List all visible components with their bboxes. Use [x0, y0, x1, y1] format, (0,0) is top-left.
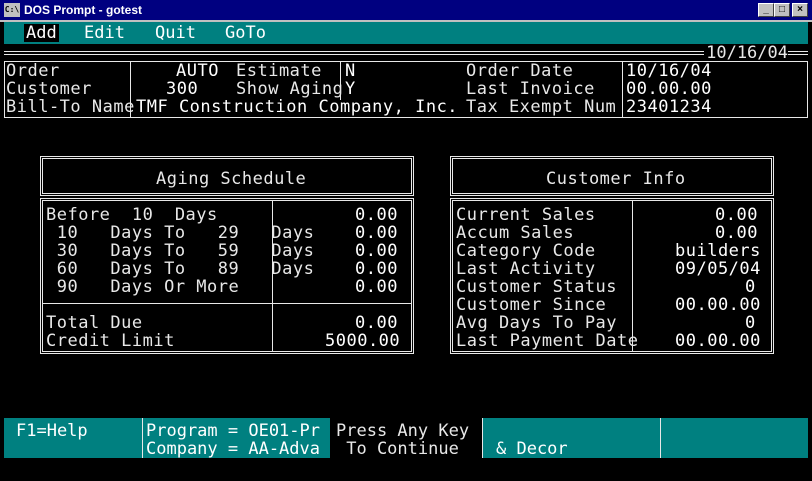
menu-goto[interactable]: GoTo: [225, 24, 266, 42]
customer-info-label: Accum Sales: [456, 223, 575, 243]
last-invoice-field[interactable]: 00.00.00: [626, 80, 712, 98]
window-title: DOS Prompt - gotest: [24, 3, 143, 17]
show-aging-field[interactable]: Y: [345, 80, 356, 98]
menu-add[interactable]: Add: [24, 24, 59, 42]
aging-row-value: 0.00: [355, 241, 398, 261]
order-date-label: Order Date: [466, 61, 574, 81]
customer-info-label: Last Payment Date: [456, 331, 639, 351]
status-divider: [660, 418, 661, 458]
close-icon[interactable]: ×: [792, 3, 808, 17]
customer-info-value: 0: [745, 277, 756, 297]
total-due-value: 0.00: [355, 313, 398, 333]
menu-bar: Add Edit Quit GoTo: [4, 22, 808, 44]
status-divider: [482, 418, 483, 458]
customer-info-label: Customer Since: [456, 295, 607, 315]
order-label: Order: [6, 61, 60, 81]
customer-info-label: Current Sales: [456, 205, 596, 225]
customer-info-value: builders: [675, 241, 761, 261]
credit-limit-value: 5000.00: [325, 331, 401, 351]
billto-label: Bill-To Name: [6, 97, 135, 117]
customer-info-label: Last Activity: [456, 259, 596, 279]
customer-info-value: 00.00.00: [675, 295, 761, 315]
credit-limit-label: Credit Limit: [46, 331, 175, 351]
aging-row-value: 0.00: [355, 277, 398, 297]
aging-row-label: 30 Days To 59 Days: [46, 241, 315, 261]
customer-info-divider: [632, 200, 633, 352]
menu-quit[interactable]: Quit: [155, 24, 196, 42]
customer-info-value: 0.00: [715, 223, 758, 243]
customer-info-label: Category Code: [456, 241, 596, 261]
customer-info-title: Customer Info: [546, 169, 686, 189]
program-info: Program = OE01-Pr: [146, 421, 320, 441]
minimize-icon[interactable]: _: [758, 3, 774, 17]
total-due-label: Total Due: [46, 313, 143, 333]
customer-field[interactable]: 300: [166, 80, 198, 98]
aging-row-label: 10 Days To 29 Days: [46, 223, 315, 243]
customer-info-value: 09/05/04: [675, 259, 761, 279]
status-divider: [142, 418, 143, 458]
show-aging-label: Show Aging: [236, 79, 344, 99]
dos-app-icon[interactable]: C:\: [4, 3, 20, 17]
title-bar[interactable]: C:\ DOS Prompt - gotest _ □ ×: [0, 0, 812, 22]
current-date: 10/16/04: [704, 43, 788, 63]
estimate-label: Estimate: [236, 61, 322, 81]
console-area[interactable]: Add Edit Quit GoTo 10/16/04 Order Custom…: [4, 22, 808, 477]
press-any-key-prompt: Press Any Key: [336, 421, 470, 441]
customer-info-value: 0: [745, 313, 756, 333]
aging-row-value: 0.00: [355, 205, 398, 225]
customer-info-value: 00.00.00: [675, 331, 761, 351]
company-name-fragment: & Decor: [496, 439, 568, 459]
aging-divider: [42, 303, 412, 304]
tax-exempt-label: Tax Exempt Num: [466, 97, 617, 117]
order-field[interactable]: AUTO: [176, 62, 219, 80]
aging-row-label: 90 Days Or More: [46, 277, 240, 297]
aging-title: Aging Schedule: [156, 169, 307, 189]
customer-info-value: 0.00: [715, 205, 758, 225]
order-date-field[interactable]: 10/16/04: [626, 62, 712, 80]
header-divider: [622, 61, 623, 118]
date-rule: [4, 51, 808, 55]
tax-exempt-field[interactable]: 23401234: [626, 98, 712, 116]
customer-info-label: Avg Days To Pay: [456, 313, 618, 333]
aging-row-label: Before 10 Days: [46, 205, 218, 225]
aging-row-label: 60 Days To 89 Days: [46, 259, 315, 279]
customer-info-label: Customer Status: [456, 277, 618, 297]
maximize-icon[interactable]: □: [774, 3, 790, 17]
customer-label: Customer: [6, 79, 92, 99]
billto-field[interactable]: TMF Construction Company, Inc.: [136, 98, 458, 116]
help-hint[interactable]: F1=Help: [16, 422, 88, 440]
estimate-field[interactable]: N: [345, 62, 356, 80]
company-info: Company = AA-Adva: [146, 439, 320, 459]
aging-row-value: 0.00: [355, 259, 398, 279]
aging-row-value: 0.00: [355, 223, 398, 243]
last-invoice-label: Last Invoice: [466, 79, 595, 99]
continue-prompt: To Continue: [336, 439, 459, 459]
menu-edit[interactable]: Edit: [84, 24, 125, 42]
dos-window: C:\ DOS Prompt - gotest _ □ × Add Edit Q…: [0, 0, 812, 481]
